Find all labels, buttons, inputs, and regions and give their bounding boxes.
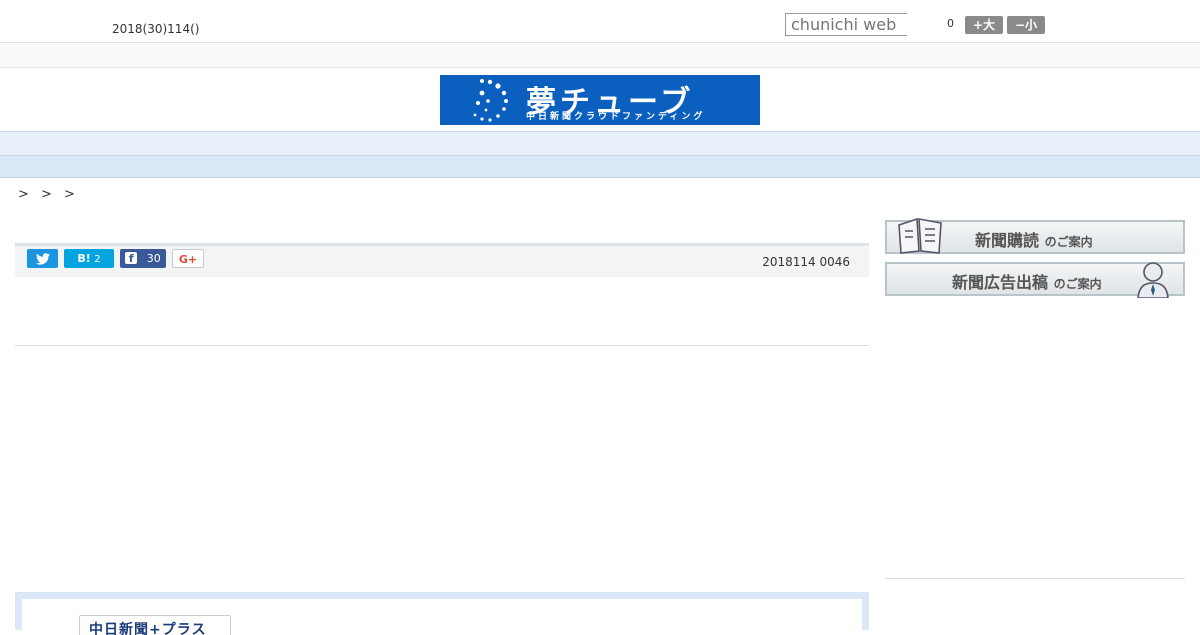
font-larger-button[interactable]: +大 [965,16,1003,34]
businessman-icon [1137,262,1169,298]
sidebar-divider [885,578,1185,579]
main-nav [0,131,1200,156]
advertising-banner-label: 新聞広告出稿 のご案内 [952,269,1102,293]
current-date: 2018(30)114() [112,22,200,36]
twitter-icon [35,253,50,265]
site-logo[interactable]: 夢チューブ 中日新聞クラウドファンディング [440,75,760,125]
subscription-banner-suffix: のご案内 [1044,235,1093,249]
subscription-banner[interactable]: 新聞購読 のご案内 [885,217,1185,254]
top-bar: 2018(30)114() 0 +大 −小 [0,0,1200,43]
breadcrumb[interactable]: > > > [18,187,79,202]
facebook-icon: f [125,252,138,265]
advertising-banner-suffix: のご案内 [1053,277,1102,291]
published-date: 2018114 0046 [762,255,850,269]
sub-bar [0,44,1200,68]
twitter-share-button[interactable] [27,249,58,268]
logo-subtitle: 中日新聞クラウドファンディング [526,112,706,122]
facebook-count: 30 [146,252,161,265]
font-smaller-button[interactable]: −小 [1007,16,1045,34]
advertising-banner-main: 新聞広告出稿 [952,273,1049,292]
counter: 0 [947,17,954,30]
logo-dots-icon [473,79,508,122]
google-plus-share-button[interactable]: G+ [172,249,204,268]
hatena-count: 2 [94,254,101,265]
hatena-icon: B! [77,252,91,265]
chunichi-plus-logo[interactable]: 中日新聞+プラス [79,615,231,635]
facebook-share-button[interactable]: f 30 [120,249,166,268]
subscription-banner-label: 新聞購読 のご案内 [975,227,1093,251]
newspaper-icon [898,217,942,254]
promo-inner: 中日新聞+プラス [22,599,862,635]
content-divider [15,345,869,346]
sub-nav [0,156,1200,178]
advertising-banner[interactable]: 新聞広告出稿 のご案内 [885,262,1185,298]
promo-box: 中日新聞+プラス [15,592,869,635]
hatena-bookmark-button[interactable]: B! 2 [64,249,114,268]
promo-logo-text: 中日新聞+プラス [89,622,207,635]
subscription-banner-main: 新聞購読 [975,231,1040,250]
share-bar: B! 2 f 30 G+ 2018114 0046 [15,243,869,277]
search-input[interactable] [785,13,907,36]
